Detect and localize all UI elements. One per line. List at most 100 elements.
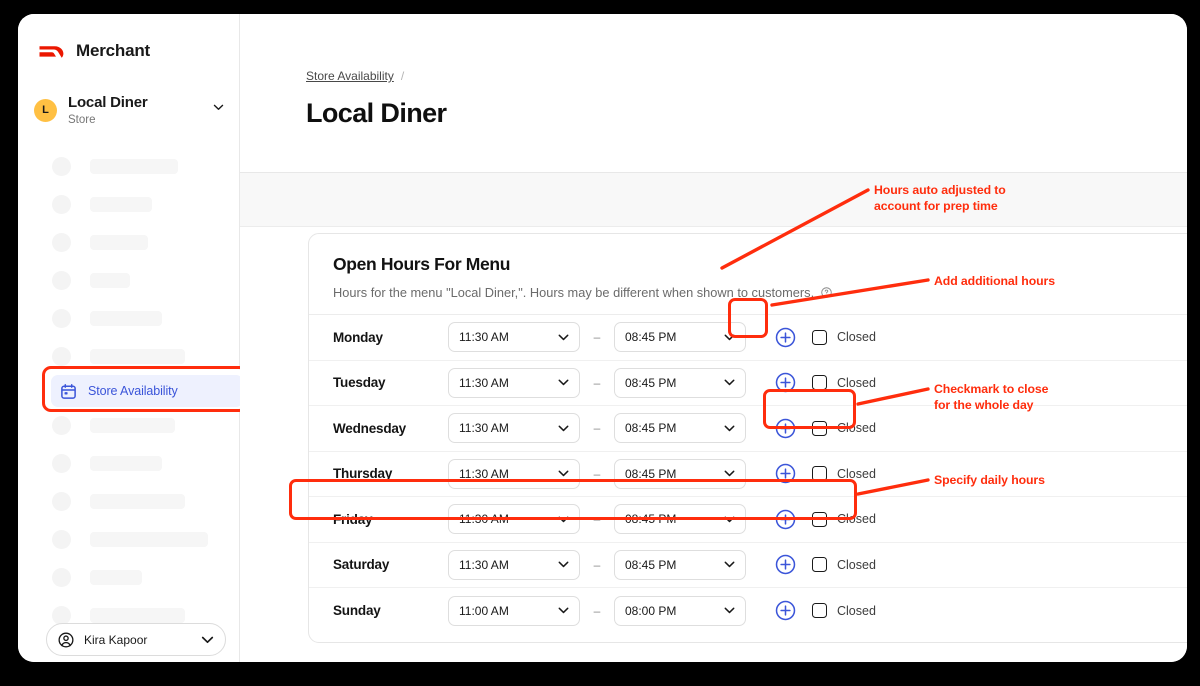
open-time-select[interactable]: 11:30 AM: [448, 504, 580, 535]
store-avatar: L: [34, 98, 57, 122]
closed-toggle[interactable]: Closed: [812, 420, 876, 436]
breadcrumb: Store Availability /: [306, 69, 404, 83]
skeleton-bar: [90, 196, 152, 212]
closed-label: Closed: [837, 421, 876, 436]
chevron-down-icon: [213, 104, 224, 110]
skeleton-bar: [90, 493, 185, 509]
sidebar-skeleton-item: [52, 269, 190, 291]
day-label: Friday: [333, 511, 373, 527]
skeleton-bar: [90, 455, 162, 471]
closed-checkbox[interactable]: [812, 375, 827, 391]
closed-toggle[interactable]: Closed: [812, 511, 876, 527]
open-time-value: 11:30 AM: [459, 557, 509, 572]
open-time-value: 11:30 AM: [459, 466, 509, 481]
page-title: Local Diner: [306, 98, 447, 128]
hours-row: Thursday 11:30 AM – 08:45 PM Closed: [309, 452, 1187, 497]
user-menu[interactable]: Kira Kapoor: [46, 623, 226, 656]
close-time-value: 08:45 PM: [625, 512, 677, 527]
sidebar: Merchant L Local Diner Store Store Avail…: [18, 14, 248, 662]
chevron-down-icon: [558, 607, 569, 614]
brand[interactable]: Merchant: [38, 41, 150, 61]
day-label: Saturday: [333, 557, 390, 573]
open-time-select[interactable]: 11:30 AM: [448, 322, 580, 353]
hours-row: Saturday 11:30 AM – 08:45 PM Closed: [309, 543, 1187, 588]
sidebar-skeleton-item: [52, 345, 190, 367]
close-time-select[interactable]: 08:45 PM: [614, 458, 746, 489]
close-time-select[interactable]: 08:45 PM: [614, 322, 746, 353]
plus-circle-icon[interactable]: [775, 372, 796, 393]
store-switcher[interactable]: L Local Diner Store: [34, 88, 224, 132]
content-band-divider: [240, 226, 1187, 227]
closed-toggle[interactable]: Closed: [812, 557, 876, 573]
closed-checkbox[interactable]: [812, 466, 827, 482]
store-subtitle: Store: [68, 113, 96, 126]
hours-row: Friday 11:30 AM – 08:45 PM Closed: [309, 497, 1187, 543]
plus-circle-icon[interactable]: [775, 327, 796, 348]
open-time-select[interactable]: 11:30 AM: [448, 413, 580, 444]
sidebar-skeleton-item: [52, 490, 208, 512]
open-time-value: 11:30 AM: [459, 330, 509, 345]
app-window: Merchant L Local Diner Store Store Avail…: [18, 14, 1187, 662]
day-label: Thursday: [333, 466, 393, 482]
user-circle-icon: [58, 631, 74, 648]
closed-checkbox[interactable]: [812, 511, 827, 527]
card-title: Open Hours For Menu: [333, 254, 511, 274]
plus-circle-icon[interactable]: [775, 418, 796, 439]
closed-toggle[interactable]: Closed: [812, 329, 876, 345]
skeleton-bar: [90, 569, 142, 585]
close-time-value: 08:45 PM: [625, 421, 677, 436]
closed-checkbox[interactable]: [812, 557, 827, 573]
closed-checkbox[interactable]: [812, 420, 827, 436]
chevron-down-icon: [724, 379, 735, 386]
close-time-select[interactable]: 08:45 PM: [614, 367, 746, 398]
open-time-select[interactable]: 11:30 AM: [448, 549, 580, 580]
close-time-select[interactable]: 08:45 PM: [614, 549, 746, 580]
open-time-value: 11:00 AM: [459, 603, 509, 618]
closed-label: Closed: [837, 512, 876, 527]
range-separator: –: [593, 421, 601, 436]
close-time-value: 08:00 PM: [625, 603, 677, 618]
closed-toggle[interactable]: Closed: [812, 603, 876, 619]
close-time-value: 08:45 PM: [625, 557, 677, 572]
skeleton-dot: [52, 232, 71, 252]
plus-circle-icon[interactable]: [775, 600, 796, 621]
sidebar-skeleton-item: [52, 307, 190, 329]
sidebar-item-store-availability[interactable]: Store Availability: [42, 366, 248, 412]
brand-name: Merchant: [76, 41, 150, 60]
open-time-select[interactable]: 11:00 AM: [448, 595, 580, 626]
closed-checkbox[interactable]: [812, 329, 827, 345]
breadcrumb-separator: /: [400, 69, 405, 83]
help-circle-icon[interactable]: [821, 287, 832, 298]
close-time-value: 08:45 PM: [625, 375, 677, 390]
chevron-down-icon: [724, 334, 735, 340]
closed-toggle[interactable]: Closed: [812, 375, 876, 391]
closed-checkbox[interactable]: [812, 603, 827, 619]
sidebar-skeleton-item: [52, 193, 190, 215]
close-time-select[interactable]: 08:00 PM: [614, 595, 746, 626]
range-separator: –: [593, 330, 601, 345]
breadcrumb-link-store-availability[interactable]: Store Availability: [306, 69, 394, 83]
close-time-select[interactable]: 08:45 PM: [614, 413, 746, 444]
plus-circle-icon[interactable]: [775, 554, 796, 575]
range-separator: –: [593, 375, 601, 390]
closed-label: Closed: [837, 603, 876, 618]
sidebar-skeleton-item: [52, 528, 208, 550]
day-label: Wednesday: [333, 420, 406, 436]
plus-circle-icon[interactable]: [775, 509, 796, 530]
close-time-value: 08:45 PM: [625, 330, 677, 345]
open-time-select[interactable]: 11:30 AM: [448, 458, 580, 489]
closed-label: Closed: [837, 466, 876, 481]
skeleton-dot: [52, 567, 71, 587]
closed-toggle[interactable]: Closed: [812, 466, 876, 482]
open-time-select[interactable]: 11:30 AM: [448, 367, 580, 398]
range-separator: –: [593, 557, 601, 572]
day-label: Tuesday: [333, 375, 386, 391]
close-time-select[interactable]: 08:45 PM: [614, 504, 746, 535]
device-frame: Merchant L Local Diner Store Store Avail…: [0, 0, 1200, 686]
skeleton-dot: [52, 415, 71, 435]
range-separator: –: [593, 512, 601, 527]
open-hours-card: Open Hours For Menu Hours for the menu "…: [308, 233, 1187, 643]
plus-circle-icon[interactable]: [775, 463, 796, 484]
closed-label: Closed: [837, 330, 876, 345]
skeleton-dot: [52, 453, 71, 473]
